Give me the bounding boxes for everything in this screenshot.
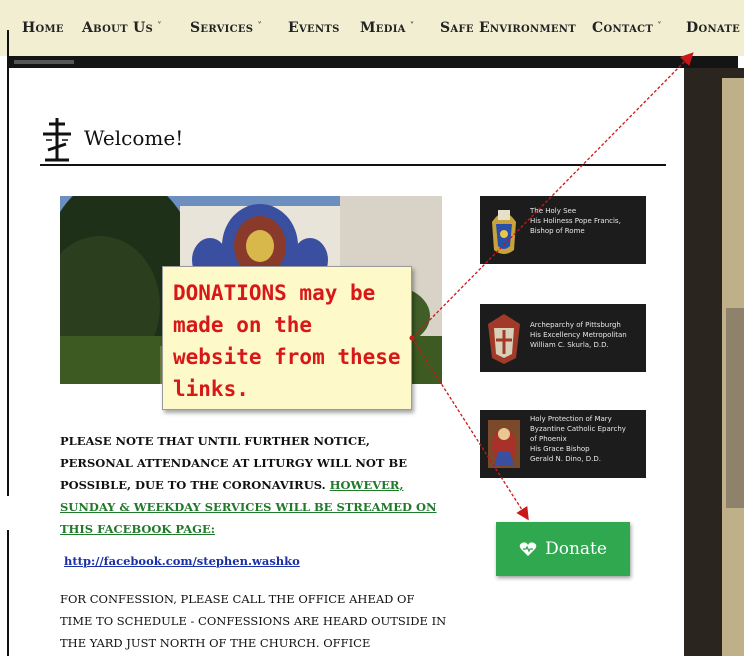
chevron-down-icon: ˅ <box>257 22 263 32</box>
right-panel-shadow <box>726 308 744 508</box>
nav-events[interactable]: Events <box>288 20 340 36</box>
header-band <box>8 56 738 68</box>
chevron-down-icon: ˅ <box>409 22 415 32</box>
nav-contact[interactable]: Contact ˅ <box>592 20 662 36</box>
nav-donate[interactable]: Donate <box>686 20 740 36</box>
nav-home[interactable]: Home <box>22 20 64 36</box>
right-decorative-column <box>684 68 744 656</box>
chevron-down-icon: ˅ <box>657 22 662 32</box>
sidebar-box-text: The Holy See His Holiness Pope Francis, … <box>530 207 621 235</box>
orthodox-cross-icon <box>43 118 71 162</box>
coronavirus-notice: Please note that until further notice, p… <box>60 430 440 540</box>
sidebar-link-archeparchy[interactable]: Archeparchy of Pittsburgh His Excellency… <box>480 304 646 372</box>
top-navigation-bar: Home About Us ˅ Services ˅ Events Media ˅ S… <box>0 0 744 56</box>
annotation-callout: DONATIONS may be made on the website fro… <box>162 266 412 410</box>
annotation-text: DONATIONS may be made on the website fro… <box>173 281 401 401</box>
chevron-down-icon: ˅ <box>157 22 162 32</box>
sidebar-link-holy-see[interactable]: The Holy See His Holiness Pope Francis, … <box>480 196 646 264</box>
eparchy-crest-icon <box>488 420 520 468</box>
heart-icon <box>519 542 537 556</box>
divider <box>40 164 666 166</box>
sidebar-box-text: Archeparchy of Pittsburgh His Excellency… <box>530 321 627 349</box>
left-frame-border <box>0 30 9 496</box>
band-thumbnail <box>14 60 74 64</box>
sidebar-box-text: Holy Protection of Mary Byzantine Cathol… <box>530 415 626 463</box>
donate-button[interactable]: Donate <box>496 522 630 576</box>
page-title: Welcome! <box>84 126 184 150</box>
papal-crest-icon <box>492 210 516 254</box>
confession-text: For confession, please call the office a… <box>60 592 447 650</box>
left-frame-border <box>0 530 9 656</box>
sidebar-link-eparchy-phoenix[interactable]: Holy Protection of Mary Byzantine Cathol… <box>480 410 646 478</box>
nav-services[interactable]: Services ˅ <box>190 20 262 36</box>
archeparchy-crest-icon <box>488 314 520 364</box>
nav-about-us[interactable]: About Us ˅ <box>82 20 162 36</box>
nav-safe-environment[interactable]: Safe Environment <box>440 20 576 36</box>
facebook-link[interactable]: http://facebook.com/stephen.washko <box>64 554 300 568</box>
nav-media[interactable]: Media ˅ <box>360 20 415 36</box>
donate-button-label: Donate <box>545 539 607 559</box>
